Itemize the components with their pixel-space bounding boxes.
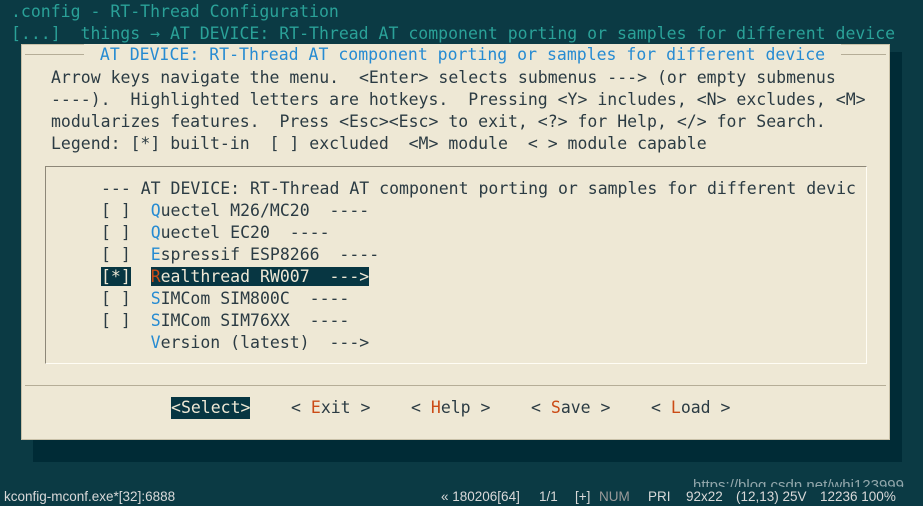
dialog-shadow-right <box>890 52 902 448</box>
hotkey: S <box>150 311 161 330</box>
help-line-2: ----). Highlighted letters are hotkeys. … <box>51 90 866 109</box>
help-line-4: Legend: [*] built-in [ ] excluded <M> mo… <box>51 134 707 153</box>
menu-item-version[interactable]: Version (latest) ---> <box>101 332 370 354</box>
menu-item-label: IMCom SIM800C ---- <box>160 289 350 308</box>
menu-item-label: ealthread RW007 ---> <box>160 267 370 286</box>
checkbox[interactable]: [ ] <box>101 311 131 330</box>
hotkey: E <box>150 245 161 264</box>
save-button[interactable]: < Save > <box>531 397 610 419</box>
breadcrumb: [...] things → AT DEVICE: RT-Thread AT c… <box>11 24 896 43</box>
checkbox[interactable]: [ ] <box>101 245 131 264</box>
status-cursor: (12,13) 25V <box>736 489 807 504</box>
help-button[interactable]: < Help > <box>411 397 490 419</box>
status-num: NUM <box>599 489 630 504</box>
dialog-shadow-bottom <box>33 440 902 462</box>
status-page: 1/1 <box>539 489 558 504</box>
hotkey: Q <box>150 201 161 220</box>
button-bar: <Select> < Exit > < Help > < Save > < Lo… <box>21 397 890 419</box>
menu-item-label: ersion (latest) ---> <box>160 333 370 352</box>
menu-list: --- AT DEVICE: RT-Thread AT component po… <box>45 166 867 364</box>
status-process[interactable]: kconfig-mconf.exe*[32]:6888 <box>4 487 175 506</box>
dialog-title: AT DEVICE: RT-Thread AT component portin… <box>84 44 842 66</box>
status-pri: PRI <box>648 489 671 504</box>
button-separator <box>25 385 886 386</box>
menu-item-label: spressif ESP8266 ---- <box>160 245 380 264</box>
checkbox[interactable]: [*] <box>101 267 131 286</box>
help-line-1: Arrow keys navigate the menu. <Enter> se… <box>51 68 836 87</box>
status-ins: [+] <box>575 489 591 504</box>
menu-item-espressif-esp8266[interactable]: [ ] Espressif ESP8266 ---- <box>101 244 379 266</box>
menu-item-quectel-ec20[interactable]: [ ] Quectel EC20 ---- <box>101 222 330 244</box>
help-line-3: modularizes features. Press <Esc><Esc> t… <box>51 112 826 131</box>
hotkey: R <box>150 267 161 286</box>
checkbox[interactable]: [ ] <box>101 201 131 220</box>
menu-item-quectel-m26[interactable]: [ ] Quectel M26/MC20 ---- <box>101 200 369 222</box>
exit-button[interactable]: < Exit > <box>291 397 370 419</box>
checkbox[interactable]: [ ] <box>101 289 131 308</box>
checkbox[interactable]: [ ] <box>101 223 131 242</box>
status-position: « 180206[64] <box>441 489 520 504</box>
menu-item-simcom-sim76xx[interactable]: [ ] SIMCom SIM76XX ---- <box>101 310 349 332</box>
window-title: .config - RT-Thread Configuration <box>11 2 339 21</box>
menu-item-realthread-rw007[interactable]: [*] Realthread RW007 ---> <box>101 266 370 288</box>
menu-item-simcom-sim800c[interactable]: [ ] SIMCom SIM800C ---- <box>101 288 349 310</box>
load-button[interactable]: < Load > <box>651 397 730 419</box>
status-mem: 12236 100% <box>820 489 896 504</box>
menu-item-label: IMCom SIM76XX ---- <box>160 311 350 330</box>
select-button[interactable]: <Select> <box>171 397 251 419</box>
hotkey: V <box>150 333 161 352</box>
status-bar: kconfig-mconf.exe*[32]:6888 « 180206[64]… <box>0 487 923 506</box>
status-size: 92x22 <box>686 489 723 504</box>
menu-item-label: uectel EC20 ---- <box>160 223 330 242</box>
hotkey: Q <box>150 223 161 242</box>
hotkey: S <box>150 289 161 308</box>
menu-item-label: uectel M26/MC20 ---- <box>160 201 370 220</box>
menu-header: --- AT DEVICE: RT-Thread AT component po… <box>101 179 856 198</box>
terminal-window: .config - RT-Thread Configuration [...] … <box>0 0 923 487</box>
config-dialog: AT DEVICE: RT-Thread AT component portin… <box>21 44 890 440</box>
